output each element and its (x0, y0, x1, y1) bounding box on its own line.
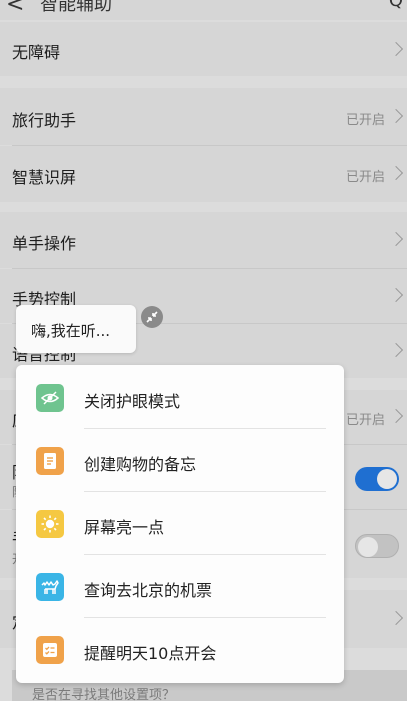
setting-travel-assistant[interactable]: 旅行助手 已开启 (0, 88, 407, 145)
suggestion-item[interactable]: 关闭护眼模式 (16, 366, 344, 429)
setting-label: 无障碍 (12, 43, 61, 62)
suggestion-item[interactable]: 创建购物的备忘 (16, 429, 344, 492)
back-icon[interactable]: < (6, 0, 24, 17)
status-value: 已开启 (345, 413, 385, 428)
camel-icon (36, 573, 64, 601)
eye-off-icon (36, 384, 64, 412)
suggestion-label: 查询去北京的机票 (84, 581, 213, 600)
toggle-switch-on[interactable] (355, 467, 399, 491)
status-value: 已开启 (345, 113, 385, 128)
page-title: 智能辅助 (40, 0, 112, 15)
suggestion-label: 关闭护眼模式 (84, 392, 181, 411)
chevron-right-icon (388, 108, 404, 124)
search-hint-text: 是否在寻找其他设置项？ (32, 688, 176, 701)
chevron-right-icon (388, 41, 404, 57)
suggestion-label: 提醒明天10点开会 (84, 644, 217, 663)
setting-label: 智慧识屏 (12, 168, 77, 187)
assistant-suggestions-card: 关闭护眼模式 创建购物的备忘 屏幕亮一点 查询去北京的机票 提醒明天10点开会 (16, 365, 344, 683)
suggestion-item[interactable]: 提醒明天10点开会 (16, 618, 344, 681)
status-value: 已开启 (345, 170, 385, 185)
chevron-right-icon (388, 610, 404, 626)
suggestion-label: 创建购物的备忘 (84, 455, 197, 474)
toggle-switch-off[interactable] (355, 534, 399, 558)
reminder-icon (36, 636, 64, 664)
assistant-greeting-bubble: 嗨,我在听... (16, 305, 136, 353)
chevron-right-icon (388, 165, 404, 181)
setting-label: 单手操作 (12, 234, 77, 253)
top-bar: < 智能辅助 Q (0, 0, 407, 20)
suggestion-label: 屏幕亮一点 (84, 518, 165, 537)
setting-accessibility[interactable]: 无障碍 (0, 22, 407, 76)
setting-smart-screen[interactable]: 智慧识屏 已开启 (0, 146, 407, 202)
assistant-greeting-text: 嗨,我在听... (31, 322, 111, 340)
chevron-right-icon (388, 342, 404, 358)
suggestion-item[interactable]: 屏幕亮一点 (16, 492, 344, 555)
search-icon[interactable]: Q (389, 0, 403, 11)
brightness-icon (36, 510, 64, 538)
setting-label: 旅行助手 (12, 111, 77, 130)
setting-one-hand[interactable]: 单手操作 (0, 212, 407, 268)
shrink-icon (146, 311, 158, 323)
suggestion-item[interactable]: 查询去北京的机票 (16, 555, 344, 618)
chevron-right-icon (388, 231, 404, 247)
chevron-right-icon (388, 287, 404, 303)
note-icon (36, 447, 64, 475)
collapse-assistant-button[interactable] (141, 306, 163, 328)
chevron-right-icon (388, 408, 404, 424)
